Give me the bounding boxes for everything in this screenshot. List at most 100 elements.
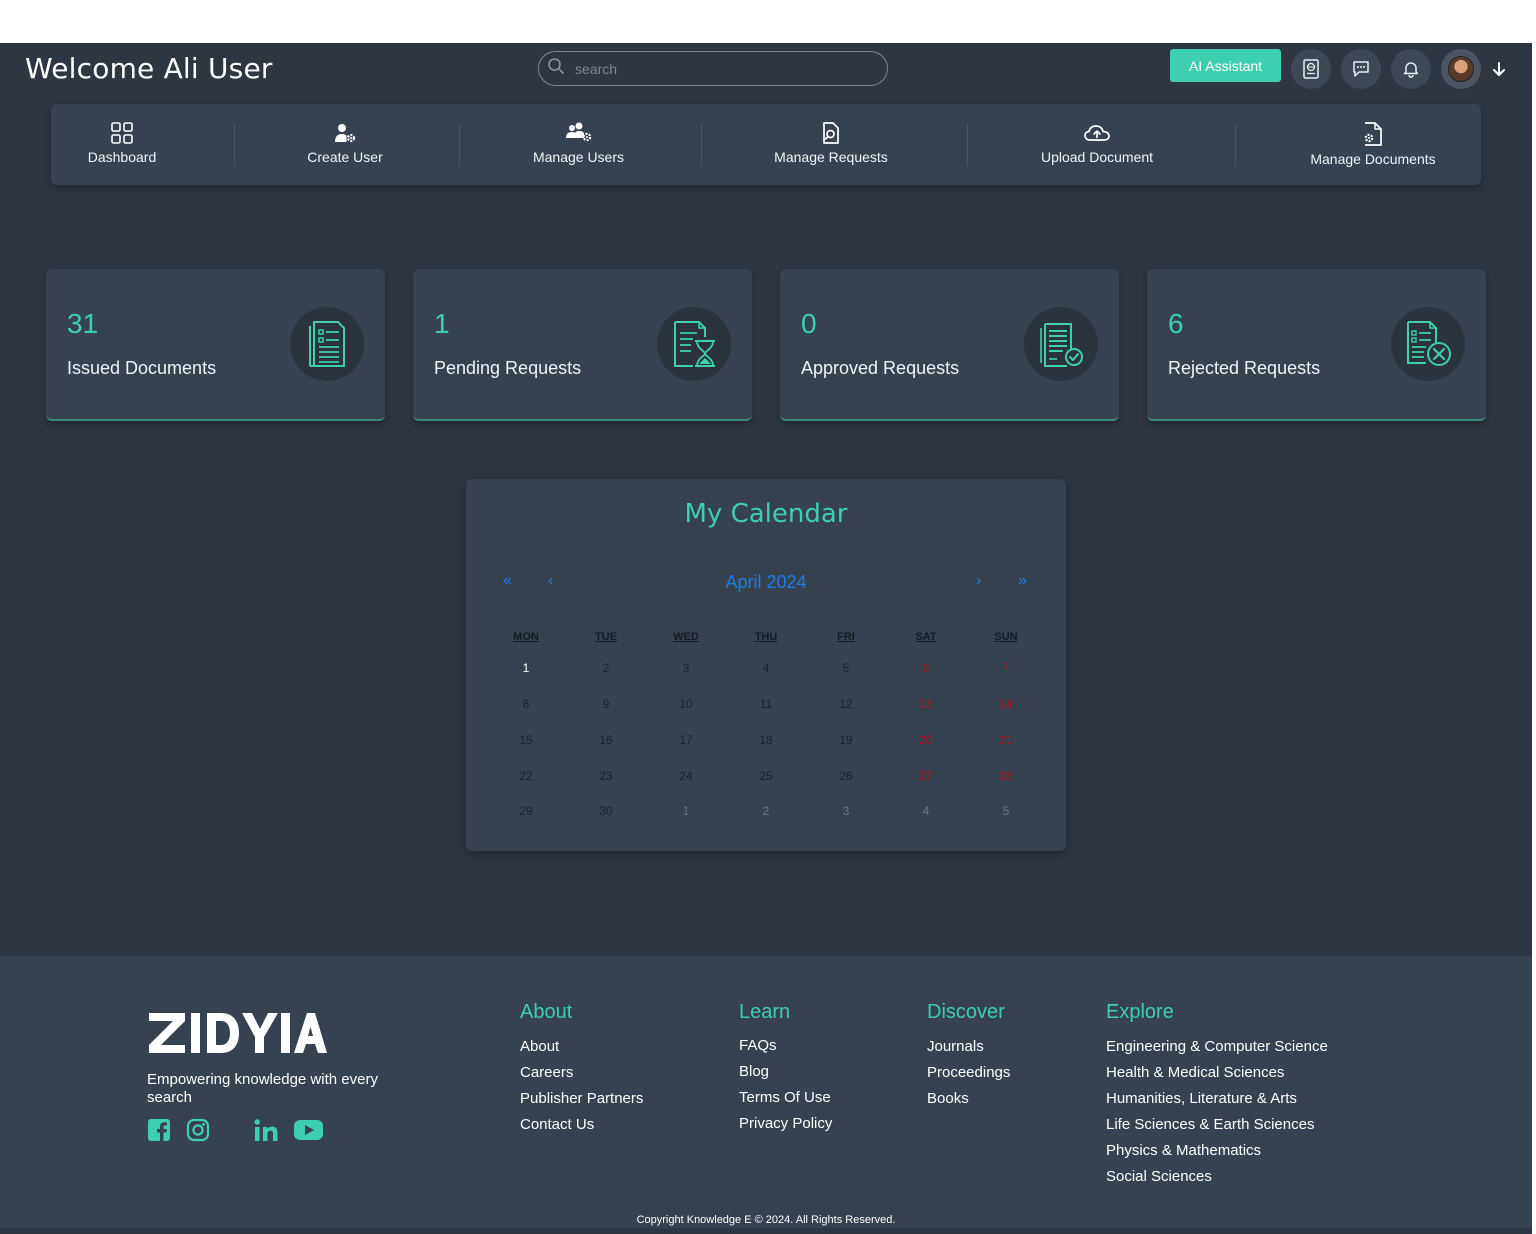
nav-item-manage-requests[interactable]: Manage Requests xyxy=(762,104,900,185)
linkedin-icon[interactable] xyxy=(253,1118,279,1147)
zidyia-logo[interactable] xyxy=(147,1009,327,1062)
stat-label: Pending Requests xyxy=(434,358,582,378)
stat-label: Issued Documents xyxy=(67,358,217,378)
calendar-day[interactable]: 1 xyxy=(506,661,546,675)
calendar-day[interactable]: 21 xyxy=(986,733,1026,747)
footer-link-engineering[interactable]: Engineering & Computer Science xyxy=(1106,1038,1328,1055)
calendar-day[interactable]: 13 xyxy=(906,697,946,711)
dashboard-app: Welcome Ali User AI Assistant Dashboard … xyxy=(0,43,1532,956)
calendar-next-year-button[interactable]: » xyxy=(1018,572,1027,590)
calendar-next-month-button[interactable]: › xyxy=(976,572,981,590)
calendar-day[interactable]: 8 xyxy=(506,697,546,711)
calendar-day[interactable]: 9 xyxy=(586,697,626,711)
nav-item-dashboard[interactable]: Dashboard xyxy=(73,104,171,185)
search-box[interactable] xyxy=(538,51,888,86)
footer-link-terms-of-use[interactable]: Terms Of Use xyxy=(739,1089,831,1106)
footer-link-books[interactable]: Books xyxy=(927,1090,969,1107)
nav-divider xyxy=(234,124,235,166)
passport-button[interactable] xyxy=(1291,49,1331,89)
footer-link-faqs[interactable]: FAQs xyxy=(739,1037,777,1054)
calendar-panel: My Calendar « ‹ April 2024 › » MON TUE WED… xyxy=(466,479,1066,851)
footer-link-careers[interactable]: Careers xyxy=(520,1064,573,1081)
copyright-text: Copyright Knowledge E © 2024. All Rights… xyxy=(636,1214,896,1226)
nav-divider xyxy=(701,124,702,166)
calendar-day[interactable]: 22 xyxy=(506,769,546,783)
calendar-day-other-month[interactable]: 3 xyxy=(826,804,866,818)
footer-heading-explore: Explore xyxy=(1106,1001,1174,1023)
calendar-day-other-month[interactable]: 2 xyxy=(746,804,786,818)
calendar-day[interactable]: 24 xyxy=(666,769,706,783)
chat-button[interactable] xyxy=(1341,49,1381,89)
calendar-day[interactable]: 7 xyxy=(986,661,1026,675)
footer-link-social-sciences[interactable]: Social Sciences xyxy=(1106,1168,1212,1185)
instagram-icon[interactable] xyxy=(186,1118,210,1147)
cloud-upload-icon xyxy=(1084,125,1110,141)
stat-card-pending-requests[interactable]: 1 Pending Requests xyxy=(413,269,752,421)
nav-item-create-user[interactable]: Create User xyxy=(290,104,400,185)
calendar-day[interactable]: 20 xyxy=(906,733,946,747)
calendar-day[interactable]: 29 xyxy=(506,804,546,818)
footer-link-journals[interactable]: Journals xyxy=(927,1038,984,1055)
calendar-day[interactable]: 14 xyxy=(986,697,1026,711)
notifications-button[interactable] xyxy=(1391,49,1431,89)
search-input[interactable] xyxy=(575,60,865,77)
footer-link-blog[interactable]: Blog xyxy=(739,1063,769,1080)
calendar-day-other-month[interactable]: 5 xyxy=(986,804,1026,818)
ai-assistant-button[interactable]: AI Assistant xyxy=(1170,49,1281,82)
footer-link-humanities[interactable]: Humanities, Literature & Arts xyxy=(1106,1090,1297,1107)
nav-item-upload-document[interactable]: Upload Document xyxy=(1027,104,1167,185)
calendar-day[interactable]: 18 xyxy=(746,733,786,747)
calendar-day[interactable]: 10 xyxy=(666,697,706,711)
footer-link-privacy-policy[interactable]: Privacy Policy xyxy=(739,1115,832,1132)
calendar-day-other-month[interactable]: 4 xyxy=(906,804,946,818)
nav-item-manage-documents[interactable]: Manage Documents xyxy=(1301,104,1445,185)
calendar-day[interactable]: 23 xyxy=(586,769,626,783)
footer-tagline: Empowering knowledge with every search xyxy=(147,1071,378,1106)
stat-card-rejected-requests[interactable]: 6 Rejected Requests xyxy=(1147,269,1486,421)
bell-icon xyxy=(1403,62,1419,78)
calendar-day[interactable]: 19 xyxy=(826,733,866,747)
stat-card-approved-requests[interactable]: 0 Approved Requests xyxy=(780,269,1119,421)
stat-value: 6 xyxy=(1168,308,1184,339)
footer-link-contact-us[interactable]: Contact Us xyxy=(520,1116,594,1133)
main-nav: Dashboard Create User Manage Users Manag… xyxy=(51,104,1481,185)
stat-card-issued-documents[interactable]: 31 Issued Documents xyxy=(46,269,385,421)
footer-link-health[interactable]: Health & Medical Sciences xyxy=(1106,1064,1284,1081)
calendar-day[interactable]: 11 xyxy=(746,697,786,711)
arrow-down-icon[interactable] xyxy=(1491,61,1507,82)
footer-heading-discover: Discover xyxy=(927,1001,1005,1023)
calendar-day[interactable]: 5 xyxy=(826,661,866,675)
search-icon xyxy=(547,57,565,80)
calendar-day[interactable]: 28 xyxy=(986,769,1026,783)
calendar-day[interactable]: 16 xyxy=(586,733,626,747)
calendar-day[interactable]: 30 xyxy=(586,804,626,818)
footer-link-physics[interactable]: Physics & Mathematics xyxy=(1106,1142,1261,1159)
nav-label: Manage Documents xyxy=(1310,151,1436,167)
calendar-day[interactable]: 25 xyxy=(746,769,786,783)
footer-link-life-sciences[interactable]: Life Sciences & Earth Sciences xyxy=(1106,1116,1314,1133)
calendar-day[interactable]: 6 xyxy=(906,661,946,675)
nav-item-manage-users[interactable]: Manage Users xyxy=(521,104,636,185)
calendar-day[interactable]: 2 xyxy=(586,661,626,675)
calendar-day[interactable]: 3 xyxy=(666,661,706,675)
footer-link-publisher-partners[interactable]: Publisher Partners xyxy=(520,1090,643,1107)
youtube-icon[interactable] xyxy=(293,1118,324,1147)
chat-icon xyxy=(1353,61,1369,77)
footer-link-proceedings[interactable]: Proceedings xyxy=(927,1064,1010,1081)
calendar-day[interactable]: 26 xyxy=(826,769,866,783)
footer-heading-learn: Learn xyxy=(739,1001,791,1023)
calendar-weekday-header: THU xyxy=(754,631,778,643)
facebook-icon[interactable] xyxy=(147,1118,171,1147)
calendar-day[interactable]: 17 xyxy=(666,733,706,747)
nav-label: Manage Requests xyxy=(774,149,888,165)
avatar[interactable] xyxy=(1441,49,1481,89)
calendar-day[interactable]: 27 xyxy=(906,769,946,783)
calendar-weekday-header: TUE xyxy=(595,631,617,643)
calendar-day[interactable]: 15 xyxy=(506,733,546,747)
nav-divider xyxy=(967,124,968,166)
footer-link-about[interactable]: About xyxy=(520,1038,559,1055)
calendar-day-other-month[interactable]: 1 xyxy=(666,804,706,818)
users-gear-icon xyxy=(565,122,591,142)
calendar-day[interactable]: 12 xyxy=(826,697,866,711)
calendar-day[interactable]: 4 xyxy=(746,661,786,675)
